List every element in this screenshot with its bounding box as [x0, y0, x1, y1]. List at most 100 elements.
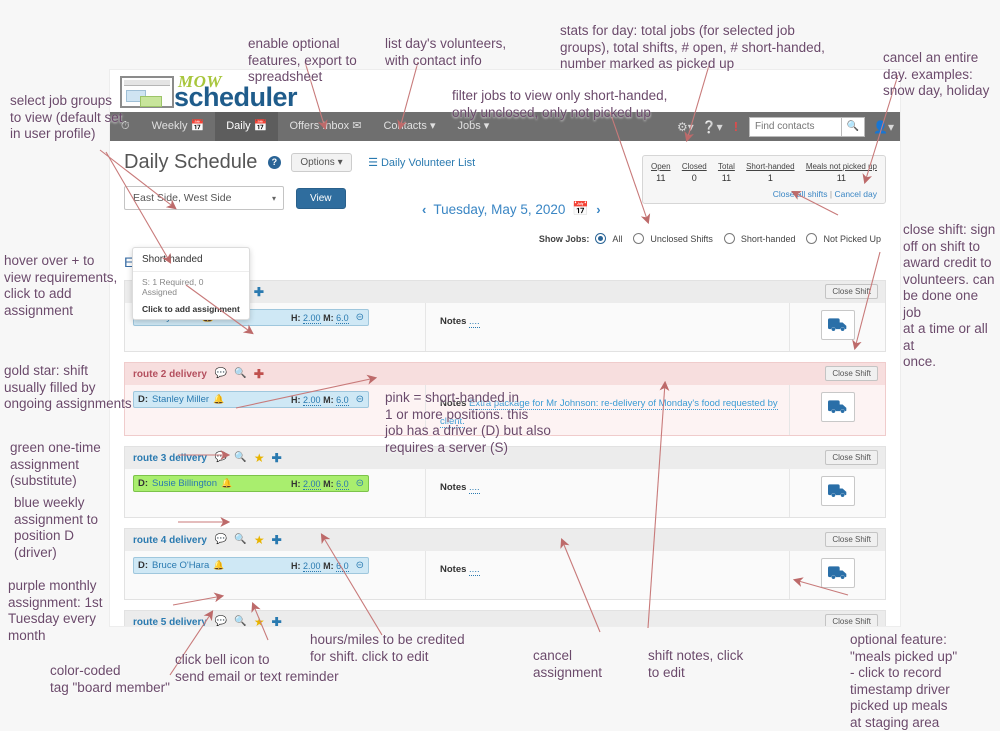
annotation-close-shift: close shift: sign off on shift to award … [903, 222, 996, 369]
cancel-assignment-icon[interactable]: ⊝ [356, 478, 364, 489]
close-shift-button[interactable]: Close Shift [825, 532, 878, 547]
nav-item-daily[interactable]: Daily 📅 [215, 112, 279, 141]
tooltip-action[interactable]: Click to add assignment [133, 302, 249, 319]
notes-value[interactable]: .... [469, 316, 480, 328]
miles-value[interactable]: 6.0 [336, 560, 349, 572]
stats-actions: Close all shifts | Cancel day [651, 189, 877, 199]
miles-value[interactable]: 6.0 [336, 394, 349, 406]
next-day-button[interactable]: › [596, 202, 600, 217]
hours-miles: H: 2.00 M: 6.0 [291, 394, 349, 406]
radio-short-handed[interactable] [723, 233, 735, 244]
options-button[interactable]: Options ▾ [291, 153, 352, 172]
job-group-select[interactable]: East Side, West Side ▾ [124, 186, 284, 210]
add-assignment-icon[interactable]: ✚ [272, 534, 282, 546]
gear-icon[interactable]: ⚙▾ [677, 120, 694, 134]
stat-total[interactable]: Total 11 [718, 162, 735, 183]
job-name[interactable]: route 2 delivery [133, 369, 207, 380]
notes-label: Notes [440, 564, 467, 575]
radio-unclosed-shifts[interactable] [633, 233, 645, 244]
nav-item-weekly[interactable]: Weekly 📅 [141, 112, 216, 141]
miles-value[interactable]: 6.0 [336, 312, 349, 324]
magnifier-icon[interactable]: 🔍 [234, 535, 246, 545]
prev-day-button[interactable]: ‹ [422, 202, 426, 217]
radio-all[interactable] [595, 233, 607, 244]
radio-not-picked-up[interactable] [806, 233, 818, 244]
add-assignment-icon[interactable]: ✚ [254, 368, 264, 380]
magnifier-icon[interactable]: 🔍 [234, 369, 246, 379]
notes-value[interactable]: .... [469, 564, 480, 576]
hours-value[interactable]: 2.00 [303, 560, 321, 572]
close-shift-button[interactable]: Close Shift [825, 284, 878, 299]
nav-item-offers-inbox[interactable]: Offers Inbox ✉ [278, 112, 372, 141]
add-assignment-icon[interactable]: ✚ [272, 616, 282, 626]
job-header: route 5 delivery 💬 🔍 ★ ✚ Close Shift [125, 611, 885, 626]
assignment-chip[interactable]: D: Stanley Miller 🔔 H: 2.00 M: 6.0 ⊝ [133, 391, 369, 408]
nav-item-contacts[interactable]: Contacts ▾ [372, 112, 446, 141]
truck-icon[interactable] [820, 558, 855, 588]
assignment-position: D: [138, 560, 149, 571]
assignment-name[interactable]: Susie Billington [152, 478, 217, 489]
close-shift-button[interactable]: Close Shift [825, 614, 878, 626]
search-input[interactable] [749, 116, 842, 137]
cancel-assignment-icon[interactable]: ⊝ [356, 312, 364, 323]
truck-glyph [827, 484, 846, 497]
hours-value[interactable]: 2.00 [303, 478, 321, 490]
hours-value[interactable]: 2.00 [303, 394, 321, 406]
stats-separator: | [829, 189, 833, 199]
search-icon[interactable]: 🔍 [841, 116, 866, 137]
daily-volunteer-list-link[interactable]: ☰ Daily Volunteer List [368, 156, 475, 169]
annotation-meals-picked-up: optional feature: "meals picked up" - cl… [850, 632, 958, 730]
current-date-label[interactable]: Tuesday, May 5, 2020 [433, 202, 565, 217]
radio-unclosed-label: Unclosed Shifts [650, 233, 713, 244]
truck-icon[interactable] [820, 476, 855, 506]
calendar-icon[interactable]: 📅 [572, 201, 589, 217]
alert-icon[interactable]: ! [731, 119, 741, 134]
magnifier-icon[interactable]: 🔍 [234, 453, 246, 463]
add-assignment-icon[interactable]: ✚ [254, 286, 264, 298]
star-icon: ★ [253, 533, 265, 547]
stat-short-handed-value: 1 [767, 173, 773, 183]
cancel-assignment-icon[interactable]: ⊝ [356, 560, 364, 571]
bell-icon[interactable]: 🔔 [213, 560, 224, 571]
chat-icon[interactable]: 💬 [215, 369, 227, 379]
truck-icon[interactable] [820, 310, 855, 340]
annotation-day-stats: stats for day: total jobs (for selected … [560, 23, 825, 71]
stat-closed[interactable]: Closed 0 [682, 162, 707, 183]
chat-icon[interactable]: 💬 [215, 535, 227, 545]
close-all-shifts-link[interactable]: Close all shifts [773, 189, 828, 199]
chat-icon[interactable]: 💬 [215, 453, 227, 463]
bell-icon[interactable]: 🔔 [221, 478, 232, 489]
close-shift-button[interactable]: Close Shift [825, 366, 878, 381]
hours-value[interactable]: 2.00 [303, 312, 321, 324]
miles-value[interactable]: 6.0 [336, 478, 349, 490]
question-icon[interactable]: ❔▾ [702, 120, 723, 134]
truck-icon[interactable] [820, 392, 855, 422]
stat-meals-not-picked-up[interactable]: Meals not picked up 11 [806, 162, 877, 183]
job-row: route 5 delivery 💬 🔍 ★ ✚ Close Shift D: … [124, 610, 886, 626]
close-shift-button[interactable]: Close Shift [825, 450, 878, 465]
job-icons: 💬 🔍 ✚ [215, 368, 264, 380]
view-button[interactable]: View [296, 187, 346, 209]
bell-icon[interactable]: 🔔 [213, 394, 224, 405]
page-help-icon[interactable]: ? [267, 156, 281, 169]
job-name[interactable]: route 3 delivery [133, 453, 207, 464]
chat-icon[interactable]: 💬 [215, 617, 227, 627]
miles-label: M: [323, 394, 334, 405]
job-name[interactable]: route 4 delivery [133, 535, 207, 546]
calendar-icon: 📅 [190, 120, 205, 132]
stat-short-handed-label: Short-handed [746, 162, 795, 171]
user-icon[interactable]: 👤▾ [873, 120, 894, 134]
magnifier-icon[interactable]: 🔍 [234, 617, 246, 627]
job-name[interactable]: route 5 delivery [133, 617, 207, 627]
assignment-name[interactable]: Bruce O'Hara [152, 560, 209, 571]
assignment-name[interactable]: Stanley Miller [152, 394, 209, 405]
add-assignment-icon[interactable]: ✚ [272, 452, 282, 464]
stat-open[interactable]: Open 11 [651, 162, 671, 183]
cancel-day-link[interactable]: Cancel day [834, 189, 877, 199]
assignment-chip[interactable]: D: Susie Billington 🔔 H: 2.00 M: 6.0 ⊝ [133, 475, 369, 492]
notes-value[interactable]: .... [469, 482, 480, 494]
cancel-assignment-icon[interactable]: ⊝ [356, 394, 364, 405]
stat-short-handed[interactable]: Short-handed 1 [746, 162, 794, 183]
hours-miles: H: 2.00 M: 6.0 [291, 478, 349, 490]
assignment-chip[interactable]: D: Bruce O'Hara 🔔 H: 2.00 M: 6.0 ⊝ [133, 557, 369, 574]
